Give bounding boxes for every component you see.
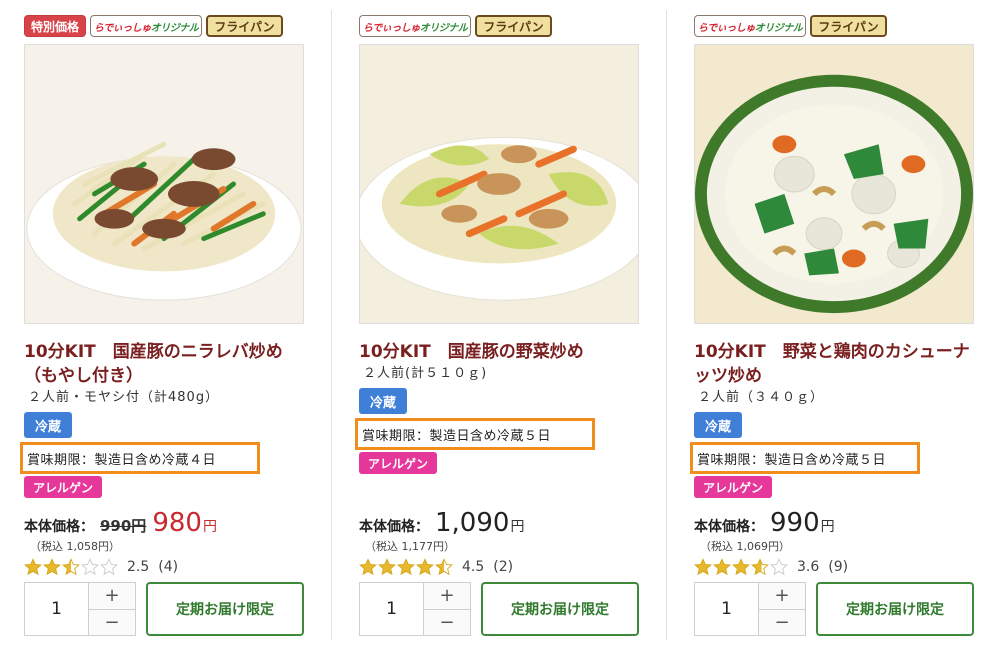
product-title[interactable]: 10分KIT 国産豚の野菜炒め: [359, 340, 639, 364]
star-filled-icon: [416, 558, 434, 576]
dish-illustration: [25, 45, 303, 323]
subscription-order-button[interactable]: 定期お届け限定: [816, 582, 974, 636]
product-serving: ２人前・モヤシ付（計480g）: [28, 390, 220, 405]
star-empty-icon: [81, 558, 99, 576]
price-row: 本体価格： 990 円: [694, 508, 835, 538]
frying-pan-tag: フライパン: [206, 15, 283, 37]
quantity-buttons: + −: [89, 583, 135, 635]
tax-included-price: （税込 1,058円）: [30, 540, 120, 553]
allergen-button[interactable]: アレルゲン: [694, 476, 772, 498]
star-filled-icon: [713, 558, 731, 576]
product-tags: 特別価格 らでぃっしゅ オリジナル フライパン: [24, 14, 283, 38]
star-filled-icon: [694, 558, 712, 576]
original-brand-tag: らでぃっしゅ オリジナル: [359, 15, 472, 37]
product-image[interactable]: [694, 44, 974, 324]
allergen-button[interactable]: アレルゲン: [359, 452, 437, 474]
star-empty-icon: [770, 558, 788, 576]
expiry-info: 賞味期限：製造日含め冷蔵５日: [355, 418, 595, 450]
star-filled-icon: [24, 558, 42, 576]
increment-button[interactable]: +: [89, 583, 135, 609]
original-price: 990円: [100, 517, 147, 535]
price-row: 本体価格： 990円 980 円: [24, 508, 217, 538]
rating[interactable]: 2.5 (4): [24, 558, 178, 576]
tax-included-price: （税込 1,177円）: [365, 540, 455, 553]
price-label: 本体価格：: [359, 519, 429, 535]
star-rating: [694, 558, 788, 576]
price: 990: [770, 508, 820, 538]
rating-value: 3.6: [797, 559, 820, 575]
subscription-order-button[interactable]: 定期お届け限定: [481, 582, 639, 636]
price-label: 本体価格：: [24, 519, 94, 535]
review-count: (4): [158, 559, 179, 575]
price-unit: 円: [820, 519, 835, 535]
sale-price: 980: [152, 508, 202, 538]
star-filled-icon: [732, 558, 750, 576]
decrement-button[interactable]: −: [424, 608, 470, 635]
review-count: (9): [828, 559, 849, 575]
quantity-input[interactable]: 1: [360, 583, 424, 635]
quantity-stepper: 1 + −: [694, 582, 806, 636]
dish-illustration: [360, 45, 638, 323]
price-unit: 円: [510, 519, 525, 535]
frying-pan-tag: フライパン: [475, 15, 552, 37]
expiry-info: 賞味期限：製造日含め冷蔵４日: [20, 442, 260, 474]
rating-value: 2.5: [127, 559, 150, 575]
product-grid: 特別価格 らでぃっしゅ オリジナル フライパン 10分KIT 国産豚のニラレバ炒…: [0, 0, 1000, 653]
tax-included-price: （税込 1,069円）: [700, 540, 790, 553]
quantity-input[interactable]: 1: [695, 583, 759, 635]
column-divider: [666, 10, 667, 640]
expiry-info: 賞味期限：製造日含め冷蔵５日: [690, 442, 920, 474]
star-filled-icon: [397, 558, 415, 576]
star-half-icon: [751, 558, 769, 576]
quantity-buttons: + −: [759, 583, 805, 635]
product-image[interactable]: [24, 44, 304, 324]
price: 1,090: [435, 508, 510, 538]
rating[interactable]: 4.5 (2): [359, 558, 513, 576]
product-tags: らでぃっしゅ オリジナル フライパン: [694, 14, 887, 38]
decrement-button[interactable]: −: [89, 608, 135, 635]
product-title[interactable]: 10分KIT 国産豚のニラレバ炒め（もやし付き）: [24, 340, 304, 388]
star-empty-icon: [100, 558, 118, 576]
refrigerated-badge: 冷蔵: [24, 412, 72, 438]
refrigerated-badge: 冷蔵: [359, 388, 407, 414]
review-count: (2): [493, 559, 514, 575]
original-brand-tag: らでぃっしゅ オリジナル: [90, 15, 203, 37]
quantity-stepper: 1 + −: [24, 582, 136, 636]
frying-pan-tag: フライパン: [810, 15, 887, 37]
product-title[interactable]: 10分KIT 野菜と鶏肉のカシューナッツ炒め: [694, 340, 974, 388]
quantity-input[interactable]: 1: [25, 583, 89, 635]
refrigerated-badge: 冷蔵: [694, 412, 742, 438]
star-filled-icon: [43, 558, 61, 576]
star-half-icon: [435, 558, 453, 576]
dish-illustration: [695, 45, 973, 323]
product-card-2: らでぃっしゅ オリジナル フライパン 10分KIT 国産豚の野菜炒め ２人前(計…: [355, 0, 659, 653]
product-image[interactable]: [359, 44, 639, 324]
product-card-3: らでぃっしゅ オリジナル フライパン 10分KIT 野菜と鶏肉のカシューナッツ炒…: [690, 0, 994, 653]
product-serving: ２人前（３４０ｇ）: [698, 390, 825, 405]
decrement-button[interactable]: −: [759, 608, 805, 635]
subscription-order-button[interactable]: 定期お届け限定: [146, 582, 304, 636]
price-unit: 円: [202, 519, 217, 535]
special-price-tag: 特別価格: [24, 15, 87, 37]
rating-value: 4.5: [462, 559, 485, 575]
quantity-stepper: 1 + −: [359, 582, 471, 636]
column-divider: [331, 10, 332, 640]
star-rating: [24, 558, 118, 576]
quantity-buttons: + −: [424, 583, 470, 635]
star-filled-icon: [378, 558, 396, 576]
price-label: 本体価格：: [694, 519, 764, 535]
allergen-button[interactable]: アレルゲン: [24, 476, 102, 498]
increment-button[interactable]: +: [424, 583, 470, 609]
product-tags: らでぃっしゅ オリジナル フライパン: [359, 14, 552, 38]
price-row: 本体価格： 1,090 円: [359, 508, 524, 538]
star-half-icon: [62, 558, 80, 576]
star-filled-icon: [359, 558, 377, 576]
increment-button[interactable]: +: [759, 583, 805, 609]
product-serving: ２人前(計５１０ｇ): [363, 366, 488, 381]
star-rating: [359, 558, 453, 576]
rating[interactable]: 3.6 (9): [694, 558, 848, 576]
product-card-1: 特別価格 らでぃっしゅ オリジナル フライパン 10分KIT 国産豚のニラレバ炒…: [20, 0, 324, 653]
original-brand-tag: らでぃっしゅ オリジナル: [694, 15, 807, 37]
